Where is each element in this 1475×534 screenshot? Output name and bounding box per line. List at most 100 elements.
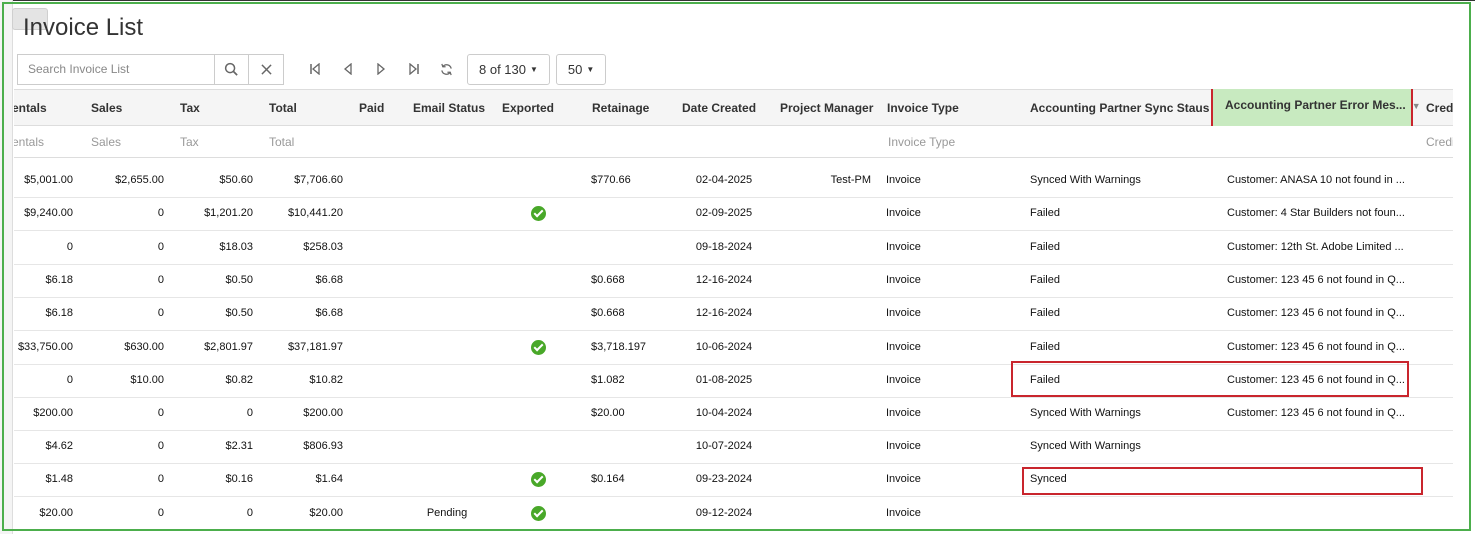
column-filter-email-status[interactable] <box>413 126 503 158</box>
cell-email-status <box>407 430 487 463</box>
column-header-email-status[interactable]: Email Status <box>413 90 485 127</box>
table-row[interactable]: $33,750.00 $630.00 $2,801.97 $37,181.97 $3,7… <box>14 331 1453 365</box>
table-row[interactable]: $5,001.00 $2,655.00 $50.60 $7,706.60 $770.66… <box>14 164 1453 198</box>
column-header-retainage[interactable]: Retainage <box>592 90 649 127</box>
column-header-error-message[interactable]: Accounting Partner Error Mes... ▼ <box>1211 89 1421 129</box>
cell-project-manager <box>774 364 871 397</box>
cell-paid <box>354 197 404 230</box>
table-row[interactable]: $6.18 0 $0.50 $6.68 $0.668 12-16-2024 Invoice F… <box>14 264 1453 298</box>
cell-date-created: 02-09-2025 <box>695 207 753 219</box>
search-button[interactable] <box>214 53 249 85</box>
cell-invoice-type: Invoice <box>886 274 921 286</box>
column-filter-paid[interactable] <box>359 126 409 158</box>
cell-sync-status: Synced <box>1030 473 1067 485</box>
cell-rentals: $6.18 <box>45 307 73 319</box>
grid-toolbar: 8 of 130 ▼ 50 ▼ <box>17 53 607 85</box>
table-row[interactable]: 0 $10.00 $0.82 $10.82 $1.082 01-08-2025 Invoic… <box>14 364 1453 398</box>
check-circle-icon <box>530 205 546 221</box>
previous-page-icon <box>343 63 352 75</box>
refresh-button[interactable] <box>430 54 463 85</box>
column-filter-project-manager[interactable] <box>780 126 880 158</box>
column-filter-rentals[interactable]: entals <box>14 126 72 158</box>
column-menu-icon[interactable]: ▼ <box>1412 101 1421 111</box>
column-header-rentals[interactable]: entals <box>14 90 47 127</box>
first-page-icon <box>309 63 320 75</box>
column-header-paid[interactable]: Paid <box>359 90 384 127</box>
cell-error-message <box>1227 497 1417 529</box>
column-header-date-created[interactable]: Date Created <box>682 90 756 127</box>
cell-project-manager: Test-PM <box>830 174 871 186</box>
cell-retainage: $0.668 <box>591 274 625 286</box>
cell-sales: 0 <box>157 241 164 253</box>
cell-rentals: $6.18 <box>45 274 73 286</box>
column-filter-invoice-type[interactable]: Invoice Type <box>888 126 978 158</box>
cell-rentals: $33,750.00 <box>17 341 73 353</box>
column-filter-date-created[interactable] <box>682 126 772 158</box>
cell-total: $6.68 <box>315 274 343 286</box>
cell-retainage: $0.668 <box>591 307 625 319</box>
cell-rentals: $1.48 <box>45 473 73 485</box>
pager-navigation <box>298 54 463 85</box>
cell-sales: 0 <box>157 440 164 452</box>
page-size-selector[interactable]: 50 ▼ <box>555 53 607 85</box>
cell-sales: 0 <box>157 274 164 286</box>
column-filter-sales[interactable]: Sales <box>91 126 151 158</box>
cell-exported <box>508 331 568 364</box>
column-header-sales[interactable]: Sales <box>91 90 122 127</box>
column-filter-exported[interactable] <box>502 126 572 158</box>
column-filter-total[interactable]: Total <box>269 126 329 158</box>
cell-retainage: $770.66 <box>591 174 631 186</box>
column-header-tax[interactable]: Tax <box>180 90 200 127</box>
cell-email-status <box>407 231 487 264</box>
column-header-total[interactable]: Total <box>269 90 297 127</box>
table-row[interactable]: 0 0 $18.03 $258.03 09-18-2024 Invoice Failed Cu… <box>14 231 1453 265</box>
table-row[interactable]: $9,240.00 0 $1,201.20 $10,441.20 02-09-2025 I… <box>14 197 1453 231</box>
search-input[interactable] <box>17 53 214 85</box>
page-selector[interactable]: 8 of 130 ▼ <box>467 53 550 85</box>
column-filter-tax[interactable]: Tax <box>180 126 240 158</box>
cell-error-message: Customer: 4 Star Builders not foun... <box>1227 207 1405 219</box>
column-header-label: Accounting Partner Sync Staus <box>1030 101 1210 115</box>
chevron-down-icon: ▼ <box>586 64 595 74</box>
cell-project-manager <box>774 231 871 264</box>
table-row[interactable]: $20.00 0 0 $20.00 Pending 09-12-2024 Invoice <box>14 497 1453 529</box>
column-filter-credit[interactable]: Credi <box>1426 126 1453 158</box>
next-page-button[interactable] <box>364 54 397 85</box>
cell-tax: 0 <box>246 407 253 419</box>
column-header-sync-status[interactable]: Accounting Partner Sync Staus <box>1030 90 1209 127</box>
table-row[interactable]: $6.18 0 $0.50 $6.68 $0.668 12-16-2024 Invoice F… <box>14 297 1453 331</box>
column-header-project-manager[interactable]: Project Manager <box>780 90 873 127</box>
cell-exported <box>508 463 568 496</box>
first-page-button[interactable] <box>298 54 331 85</box>
top-border-line <box>0 0 1475 1</box>
cell-error-message: Customer: ANASA 10 not found in ... <box>1227 174 1405 186</box>
cell-exported <box>508 164 568 197</box>
cell-email-status <box>407 297 487 330</box>
table-row[interactable]: $200.00 0 0 $200.00 $20.00 10-04-2024 Invoice S… <box>14 397 1453 431</box>
page-title: Invoice List <box>23 14 144 41</box>
column-header-credit[interactable]: Credi <box>1426 90 1453 127</box>
column-header-exported[interactable]: Exported <box>502 90 554 127</box>
previous-page-button[interactable] <box>331 54 364 85</box>
cell-error-message: Customer: 123 45 6 not found in Q... <box>1227 307 1405 319</box>
cell-date-created: 10-07-2024 <box>695 440 753 452</box>
clear-search-button[interactable] <box>249 53 284 85</box>
column-filter-retainage[interactable] <box>592 126 672 158</box>
column-filter-sync-status[interactable] <box>1030 126 1220 158</box>
cell-date-created: 09-12-2024 <box>695 507 753 519</box>
column-header-label: Credi <box>1426 101 1453 115</box>
cell-error-message <box>1227 463 1417 496</box>
last-page-button[interactable] <box>397 54 430 85</box>
cell-error-message: Customer: 123 45 6 not found in Q... <box>1227 407 1405 419</box>
cell-tax: $2,801.97 <box>204 341 253 353</box>
column-filter-error-message[interactable] <box>1211 126 1413 158</box>
cell-paid <box>354 463 404 496</box>
cell-rentals: 0 <box>66 374 73 386</box>
cell-exported <box>508 430 568 463</box>
cell-total: $10.82 <box>309 374 343 386</box>
table-row[interactable]: $1.48 0 $0.16 $1.64 $0.164 09-23-2024 Invoice S… <box>14 463 1453 497</box>
table-row[interactable]: $4.62 0 $2.31 $806.93 10-07-2024 Invoice Synce… <box>14 430 1453 464</box>
cell-email-status <box>407 264 487 297</box>
column-header-invoice-type[interactable]: Invoice Type <box>887 90 959 127</box>
page-size-label: 50 <box>567 61 583 77</box>
